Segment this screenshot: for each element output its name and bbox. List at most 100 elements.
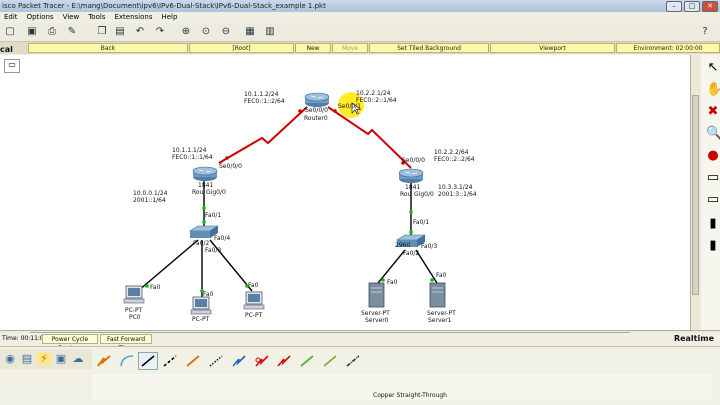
phone-cable-icon[interactable] [206, 352, 226, 370]
power-cycle-button[interactable]: Power Cycle Devices [42, 334, 98, 352]
redo-icon[interactable]: ↷ [154, 26, 166, 38]
server0-name: Server0 [365, 317, 389, 324]
print-icon[interactable]: ⎙ [46, 26, 58, 38]
zoom-in-icon[interactable]: ⊕ [180, 26, 192, 38]
realtime-mode-tab[interactable]: Realtime [674, 334, 714, 343]
router-left-port-serial: Se0/0/0 [219, 163, 242, 170]
router-left-lan-ip4: 10.0.0.1/24 [133, 190, 168, 197]
paste-icon[interactable]: ▤ [114, 26, 126, 38]
back-button[interactable]: Back [28, 43, 188, 53]
switch-left-port-fa0-3: Fa0/3 [205, 247, 222, 254]
router-right-lan-ip4: 10.3.3.1/24 [438, 184, 473, 191]
router-left-name: Rou [192, 189, 204, 196]
pc0-port: Fa0 [150, 284, 161, 291]
router-left-ip4: 10.1.1.1/24 [172, 147, 207, 154]
new-cluster-button[interactable]: New Cluster [295, 43, 331, 62]
coaxial-cable-icon[interactable] [229, 352, 249, 370]
octal-cable-icon[interactable] [297, 352, 317, 370]
router0-port-se0-0-0: Se0/0/0 [305, 107, 328, 114]
server1-type: Server-PT [427, 310, 456, 317]
serial-dte-icon[interactable] [274, 352, 294, 370]
server0-type: Server-PT [361, 310, 390, 317]
vertical-scroll-thumb[interactable] [692, 95, 699, 295]
move-object-button[interactable]: Move Object [332, 43, 368, 62]
auto-connection-icon[interactable] [94, 352, 114, 370]
router-right-ip6: FEC0::2::2/64 [434, 156, 475, 163]
pc1-type: PC-PT [192, 316, 210, 323]
router-left-model: 1841 [198, 182, 214, 189]
zoom-reset-icon[interactable]: ⊙ [200, 26, 212, 38]
undo-icon[interactable]: ↶ [134, 26, 146, 38]
router-left-gig: Gig0/0 [206, 189, 226, 196]
switch-left-port-fa0-4: Fa0/4 [214, 235, 231, 242]
help-icon[interactable]: ? [699, 26, 711, 38]
server0-port: Fa0 [387, 279, 398, 286]
place-note-icon[interactable]: ▭ [706, 171, 720, 185]
delete-icon[interactable]: ✖ [706, 105, 720, 119]
zoom-out-icon[interactable]: ⊖ [220, 26, 232, 38]
root-button[interactable]: [Root] [189, 43, 294, 53]
move-layout-icon[interactable]: ✋ [706, 83, 720, 97]
activity-wizard-icon[interactable]: ✎ [66, 26, 78, 38]
fiber-cable-icon[interactable] [183, 352, 203, 370]
main-toolbar: ▢ ▣ ⎙ ✎ ❐ ▤ ↶ ↷ ⊕ ⊙ ⊖ ▦ ▥ ? [0, 23, 720, 42]
new-file-icon[interactable]: ▢ [4, 26, 16, 38]
menu-tools[interactable]: Tools [88, 12, 105, 23]
fast-forward-button[interactable]: Fast Forward Time [100, 334, 152, 352]
left-tool-strip: ▭ [0, 55, 25, 330]
viewport-button[interactable]: Viewport [490, 43, 615, 53]
workspace-nav-bar: Back [Root] New Cluster Move Object Set … [0, 42, 720, 62]
select-icon[interactable]: ↖ [706, 61, 720, 75]
workspace-mode-label: cal [0, 45, 13, 54]
inspect-icon[interactable]: 🔍 [706, 127, 720, 141]
connections-category-icon[interactable]: ⚡ [37, 352, 51, 365]
palette-icon[interactable]: ▦ [244, 26, 256, 38]
copy-icon[interactable]: ❐ [96, 26, 108, 38]
pc2-type: PC-PT [245, 312, 263, 319]
menu-extensions[interactable]: Extensions [114, 12, 152, 23]
router-right-model: 1841 [405, 184, 421, 191]
maximize-button[interactable]: □ [684, 1, 700, 12]
iot-custom-cable-icon[interactable] [320, 352, 340, 370]
window-title: isco Packet Tracer - E:\mang\Document\ip… [2, 2, 326, 10]
usb-cable-icon[interactable] [343, 352, 363, 370]
menu-options[interactable]: Options [27, 12, 54, 23]
switch-left-port-fa0-2: Fa0/2 [193, 240, 210, 247]
switches-category-icon[interactable]: ▤ [20, 352, 34, 365]
minimize-button[interactable]: – [666, 1, 682, 12]
wan-emulation-category-icon[interactable]: ☁ [71, 352, 85, 365]
routers-category-icon[interactable]: ◉ [3, 352, 17, 365]
copper-straight-through-icon[interactable] [138, 352, 158, 370]
menu-view[interactable]: View [63, 12, 80, 23]
pc2-port: Fa0 [248, 282, 259, 289]
menu-bar: Edit Options View Tools Extensions Help [0, 12, 720, 23]
time-bar: Time: 00:11:08 Power Cycle Devices Fast … [0, 333, 720, 352]
router0-name: Router0 [304, 115, 328, 122]
logical-view-icon[interactable]: ▭ [4, 59, 20, 73]
serial-dce-icon[interactable] [252, 352, 272, 370]
console-cable-icon[interactable] [117, 352, 137, 370]
pc1-port: Fa0 [203, 291, 214, 298]
add-simple-pdu-icon[interactable]: ● [706, 149, 720, 163]
environment-button[interactable]: Environment: 02:00:00 [616, 43, 720, 53]
menu-edit[interactable]: Edit [4, 12, 18, 23]
router0-ip6-right: FEC0::2::1/64 [356, 97, 397, 104]
switch-right-model: 2960 [395, 242, 411, 249]
router-right-lan-ip6: 2001:3::1/64 [438, 191, 477, 198]
custom-device-icon[interactable]: ▥ [264, 26, 276, 38]
selected-connection-label: Copper Straight-Through [373, 392, 447, 399]
end-devices-category-icon[interactable]: ▣ [54, 352, 68, 365]
switch-right-port-fa0-1: Fa0/1 [413, 219, 430, 226]
copper-cross-over-icon[interactable] [160, 352, 180, 370]
save-icon[interactable]: ▣ [26, 26, 38, 38]
menu-help[interactable]: Help [161, 12, 177, 23]
tiled-background-button[interactable]: Set Tiled Background [369, 43, 489, 53]
draw-line-icon[interactable]: ▮ [706, 239, 720, 253]
pc0-type: PC-PT [125, 307, 143, 314]
draw-shape-icon[interactable]: ▮ [706, 217, 720, 231]
vertical-scrollbar[interactable] [690, 55, 701, 330]
device-category-icons: ◉ ▤ ⚡ ▣ ☁ [0, 349, 92, 369]
resize-shape-icon[interactable]: ▭ [706, 193, 720, 207]
switch-right-port-fa0-3: Fa0/3 [421, 243, 438, 250]
close-button[interactable]: ✕ [702, 1, 718, 12]
